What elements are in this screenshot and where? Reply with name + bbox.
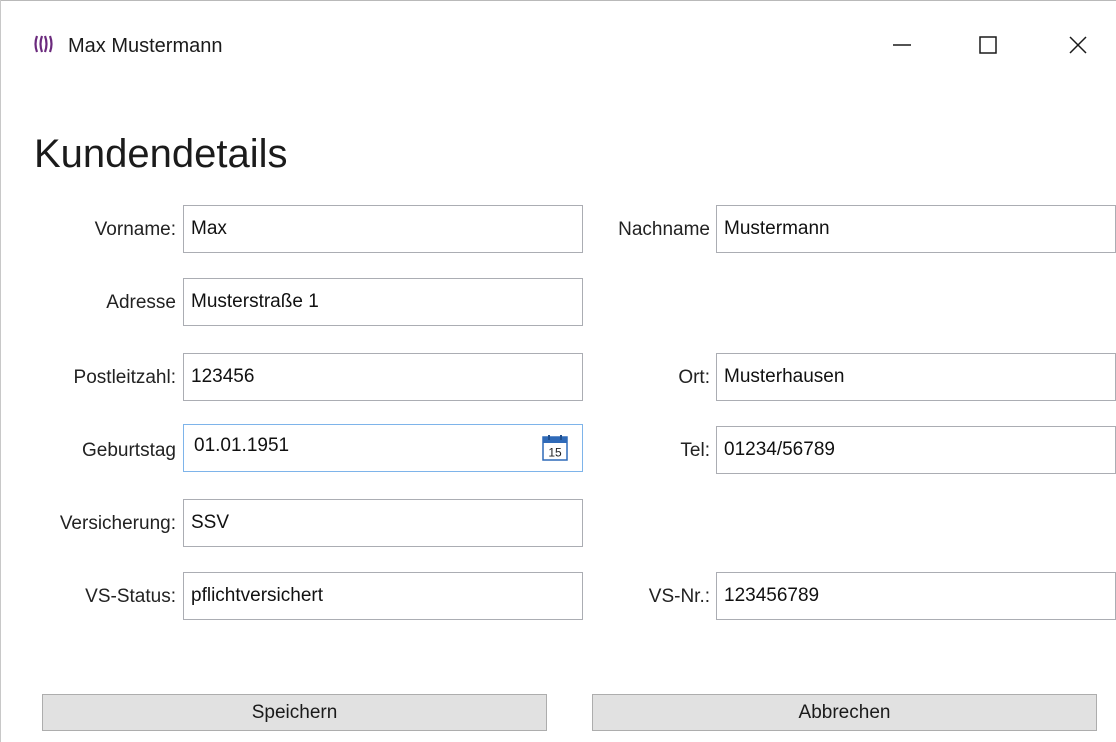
adresse-label: Adresse [106,292,176,313]
geburtstag-label: Geburtstag [82,440,176,461]
maximize-button[interactable] [956,15,1020,75]
vs-nr-field[interactable]: 123456789 [716,572,1116,620]
versicherung-field[interactable]: SSV [183,499,583,547]
adresse-field[interactable]: Musterstraße 1 [183,278,583,326]
save-button[interactable]: Speichern [42,694,547,731]
cancel-button[interactable]: Abbrechen [592,694,1097,731]
tel-field[interactable]: 01234/56789 [716,426,1116,474]
ort-label: Ort: [678,367,710,388]
nachname-label: Nachname [618,219,710,240]
versicherung-label: Versicherung: [59,513,176,534]
ort-field[interactable]: Musterhausen [716,353,1116,401]
page-title: Kundendetails [34,132,288,176]
minimize-button[interactable] [870,15,934,75]
vs-nr-label: VS-Nr.: [648,586,710,607]
vorname-label: Vorname: [94,219,176,240]
geburtstag-value: 01.01.1951 [194,435,290,456]
tel-label: Tel: [680,440,710,461]
close-button[interactable] [1046,15,1110,75]
nachname-field[interactable]: Mustermann [716,205,1116,253]
window-title: Max Mustermann [68,35,223,57]
title-bar[interactable]: Max Mustermann [0,1,1116,89]
vs-status-label: VS-Status: [85,586,176,607]
app-logo-icon [33,34,53,54]
postleitzahl-label: Postleitzahl: [73,367,176,388]
